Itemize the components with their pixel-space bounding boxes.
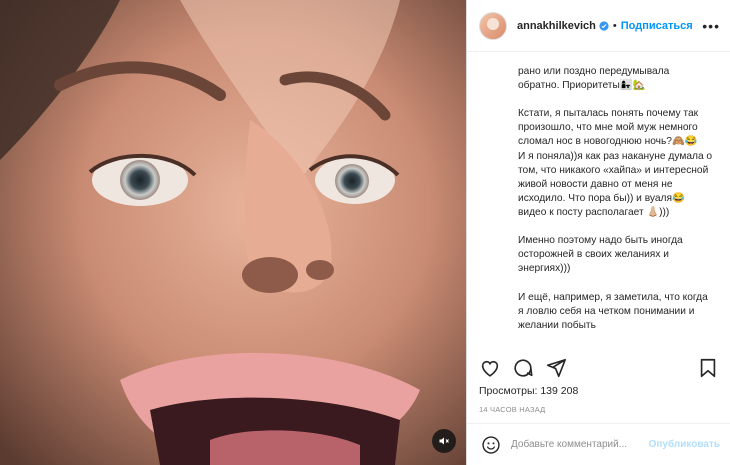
views-label: Просмотры:: [479, 385, 538, 397]
caption-text: рано или поздно передумывала обратно. Пр…: [518, 66, 713, 331]
views-count[interactable]: Просмотры: 139 208: [479, 385, 578, 397]
more-options-icon[interactable]: •••: [702, 18, 720, 34]
verified-badge-icon: [599, 20, 609, 31]
action-bar: [479, 354, 719, 382]
post-details-panel: annakhilkevich • Подписаться ••• рано ил…: [466, 0, 730, 465]
comment-input[interactable]: [511, 439, 649, 450]
comment-icon[interactable]: [512, 357, 534, 379]
post-header: annakhilkevich • Подписаться •••: [467, 0, 730, 52]
bookmark-icon[interactable]: [697, 357, 719, 379]
follow-button[interactable]: Подписаться: [621, 20, 693, 32]
caption-scroll-area[interactable]: рано или поздно передумывала обратно. Пр…: [467, 52, 729, 344]
views-number: 139 208: [540, 385, 579, 397]
video-frame: [0, 0, 466, 465]
username-link[interactable]: annakhilkevich: [517, 20, 596, 32]
heart-icon[interactable]: [479, 357, 501, 379]
emoji-icon[interactable]: [481, 435, 501, 455]
mute-button[interactable]: [432, 429, 456, 453]
separator-dot: •: [612, 19, 617, 32]
share-icon[interactable]: [545, 357, 567, 379]
post-timestamp[interactable]: 14 ЧАСОВ НАЗАД: [479, 405, 545, 414]
muted-speaker-icon: [438, 435, 450, 447]
publish-button[interactable]: Опубликовать: [649, 439, 720, 450]
post-video[interactable]: [0, 0, 466, 465]
avatar[interactable]: [479, 11, 507, 40]
comment-bar: Опубликовать: [467, 423, 730, 465]
